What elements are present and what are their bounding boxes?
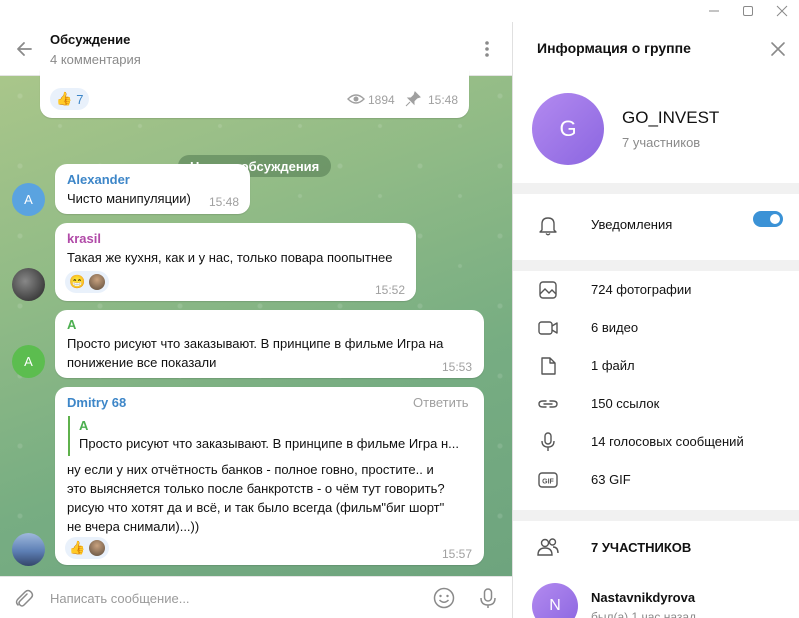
shared-media-section: 724 фотографии 6 видео 1 файл 150 ссылок… [513,271,799,510]
message-sender[interactable]: Alexander [67,172,130,187]
group-member-count: 7 участников [622,135,701,150]
link-icon [537,393,559,415]
message-text-line: ну если у них отчётность банков - полное… [67,462,434,477]
quoted-message[interactable]: A Просто рисуют что заказывают. В принци… [68,416,472,456]
message-text-line: это выясняется только после банкротств -… [67,481,445,496]
quote-author: A [79,418,89,433]
file-icon [537,355,559,377]
group-name: GO_INVEST [622,108,720,127]
bell-icon [537,214,559,236]
member-status: был(а) 1 час назад [591,610,697,618]
message-sender[interactable]: A [67,317,76,332]
media-row-photos[interactable]: 724 фотографии [513,271,799,309]
avatar[interactable]: A [12,183,45,216]
message-text: Чисто манипуляции) [67,191,191,206]
message-text-line: рисую что хотят да и всё, и так было все… [67,500,445,515]
reaction-grin[interactable]: 😁 [65,271,110,293]
back-arrow-icon[interactable] [12,37,36,61]
message-bubble[interactable]: Alexander Чисто манипуляции) 15:48 [55,164,250,214]
attach-icon[interactable] [12,587,34,609]
pin-icon [405,91,421,107]
video-icon [537,317,559,339]
photo-icon [537,279,559,301]
more-vertical-icon[interactable] [476,38,498,60]
message-sender[interactable]: krasil [67,231,101,246]
reaction-thumbs-up[interactable]: 👍 7 [50,88,90,110]
message-time: 15:53 [442,360,473,374]
message-text-line: не вчера снимали)...)) [67,519,200,534]
views-count: 1894 [368,93,395,107]
member-avatar-letter: N [549,597,561,614]
minimize-icon[interactable] [697,0,731,22]
close-icon[interactable] [765,0,799,22]
chat-header: Обсуждение 4 комментария [0,22,512,76]
reaction-thumbs-up[interactable]: 👍 [65,537,110,559]
media-row-links[interactable]: 150 ссылок [513,385,799,423]
media-row-videos[interactable]: 6 видео [513,309,799,347]
thumbs-up-emoji: 👍 [56,91,73,106]
message-text-line: Просто рисуют что заказывают. В принципе… [67,336,444,351]
gif-icon: GIF [537,469,559,491]
eye-icon [347,94,365,104]
message-text: Такая же кухня, как и у нас, только пова… [67,250,393,265]
avatar[interactable]: A [12,345,45,378]
message-time: 15:57 [442,547,473,561]
message-composer: Написать сообщение... [0,576,512,618]
original-post-footer: 👍 7 1894 15:48 [40,70,469,118]
media-label: 14 голосовых сообщений [591,434,744,449]
message-bubble[interactable]: krasil Такая же кухня, как и у нас, толь… [55,223,416,301]
message-bubble[interactable]: A Просто рисуют что заказывают. В принци… [55,310,484,378]
reactor-avatar [89,274,106,290]
chat-title: Обсуждение [50,32,131,47]
reaction-count: 7 [76,91,84,107]
discussion-panel: Обсуждение 4 комментария 👍 7 1894 15:48 … [0,22,512,618]
reply-button[interactable]: Ответить [413,395,469,410]
thumbs-up-emoji: 👍 [69,540,86,555]
media-row-voice[interactable]: 14 голосовых сообщений [513,423,799,461]
avatar-letter: A [24,354,33,369]
avatar-letter: A [24,192,33,207]
avatar[interactable] [12,533,45,566]
notifications-toggle[interactable] [753,211,783,227]
microphone-icon [537,431,559,453]
media-row-files[interactable]: 1 файл [513,347,799,385]
microphone-icon[interactable] [477,587,499,609]
message-text-line: понижение все показали [67,355,217,370]
media-label: 63 GIF [591,472,631,487]
emoji-icon[interactable] [433,587,455,609]
message-bubble[interactable]: Dmitry 68 Ответить A Просто рисуют что з… [55,387,484,565]
media-label: 6 видео [591,320,639,335]
media-row-gifs[interactable]: GIF 63 GIF [513,461,799,499]
post-time: 15:48 [428,93,459,107]
message-input[interactable]: Написать сообщение... [50,591,190,606]
group-profile-section: Информация о группе G GO_INVEST 7 участн… [513,22,799,183]
avatar[interactable] [12,268,45,301]
window-titlebar [0,0,799,22]
member-name[interactable]: Nastavnikdyrova [591,590,695,605]
media-label: 724 фотографии [591,282,692,297]
info-title: Информация о группе [537,40,691,56]
group-avatar-letter: G [559,116,577,141]
quote-text: Просто рисуют что заказывают. В принципе… [79,436,460,451]
close-icon[interactable] [767,38,789,60]
message-time: 15:52 [375,283,406,297]
members-icon [537,536,559,558]
reactor-avatar [89,540,106,556]
message-sender[interactable]: Dmitry 68 [67,395,126,410]
chat-subtitle: 4 комментария [50,52,141,67]
media-label: 1 файл [591,358,635,373]
members-header: 7 УЧАСТНИКОВ [591,540,692,555]
message-time: 15:48 [209,195,240,209]
svg-text:GIF: GIF [542,479,554,486]
media-label: 150 ссылок [591,396,660,411]
maximize-icon[interactable] [731,0,765,22]
notifications-label: Уведомления [591,217,673,232]
grin-emoji: 😁 [69,274,86,289]
notifications-section: Уведомления [513,194,799,260]
group-info-panel: Информация о группе G GO_INVEST 7 участн… [512,22,799,618]
group-avatar[interactable]: G [532,93,604,165]
